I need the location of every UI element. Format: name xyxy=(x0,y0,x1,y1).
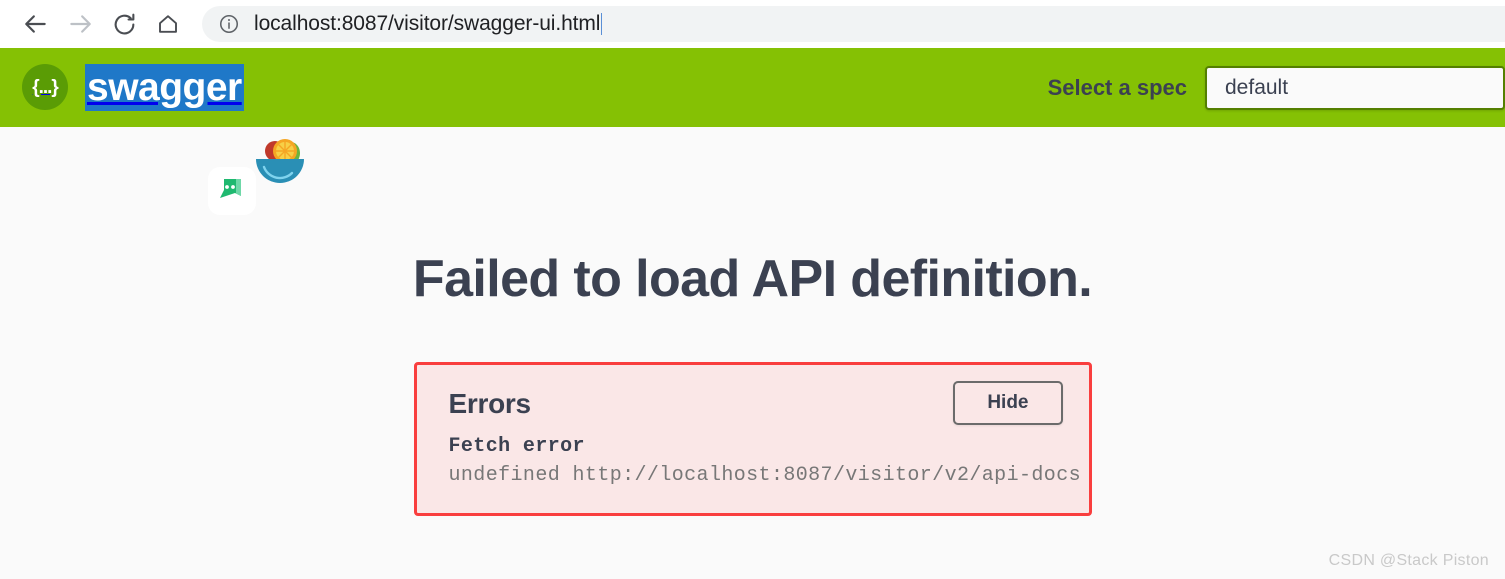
spec-select-dropdown[interactable]: default xyxy=(1205,65,1505,110)
hide-button[interactable]: Hide xyxy=(953,381,1063,425)
address-bar-url[interactable]: localhost:8087/visitor/swagger-ui.html xyxy=(254,12,600,36)
arrow-left-icon xyxy=(23,11,49,37)
swagger-braces-icon: {...} xyxy=(22,64,68,111)
home-icon xyxy=(156,12,180,36)
errors-panel: Errors Hide Fetch error undefined http:/… xyxy=(413,362,1092,516)
page-title: Failed to load API definition. xyxy=(412,250,1093,308)
forward-button[interactable] xyxy=(58,2,102,46)
watermark: CSDN @Stack Piston xyxy=(1328,552,1489,569)
errors-heading: Errors xyxy=(448,388,532,419)
home-button[interactable] xyxy=(146,2,190,46)
browser-toolbar: localhost:8087/visitor/swagger-ui.html xyxy=(0,0,1505,48)
spec-selector-label: Select a spec xyxy=(1047,74,1187,100)
text-caret xyxy=(601,13,603,35)
errors-wrapper: Errors Hide Fetch error undefined http:/… xyxy=(0,362,1505,516)
reload-button[interactable] xyxy=(102,2,146,46)
spec-select-value: default xyxy=(1225,75,1289,99)
back-button[interactable] xyxy=(14,2,58,46)
info-circle-icon[interactable] xyxy=(218,13,240,35)
main-content: Failed to load API definition. Errors Hi… xyxy=(0,127,1505,579)
swagger-logo-text: swagger xyxy=(85,63,244,112)
address-bar[interactable]: localhost:8087/visitor/swagger-ui.html xyxy=(202,6,1505,42)
arrow-right-icon xyxy=(67,11,93,37)
swagger-topbar: {...} swagger Select a spec default xyxy=(0,48,1505,215)
reload-icon xyxy=(112,12,137,37)
spec-selector: Select a spec default xyxy=(1048,48,1505,127)
error-detail: undefined http://localhost:8087/visitor/… xyxy=(448,464,1081,487)
error-title: Fetch error xyxy=(448,435,585,458)
swagger-logo-link[interactable]: {...} swagger xyxy=(22,63,244,112)
swagger-braces-glyph: {...} xyxy=(32,76,59,98)
errors-panel-header: Errors Hide xyxy=(448,381,1063,425)
